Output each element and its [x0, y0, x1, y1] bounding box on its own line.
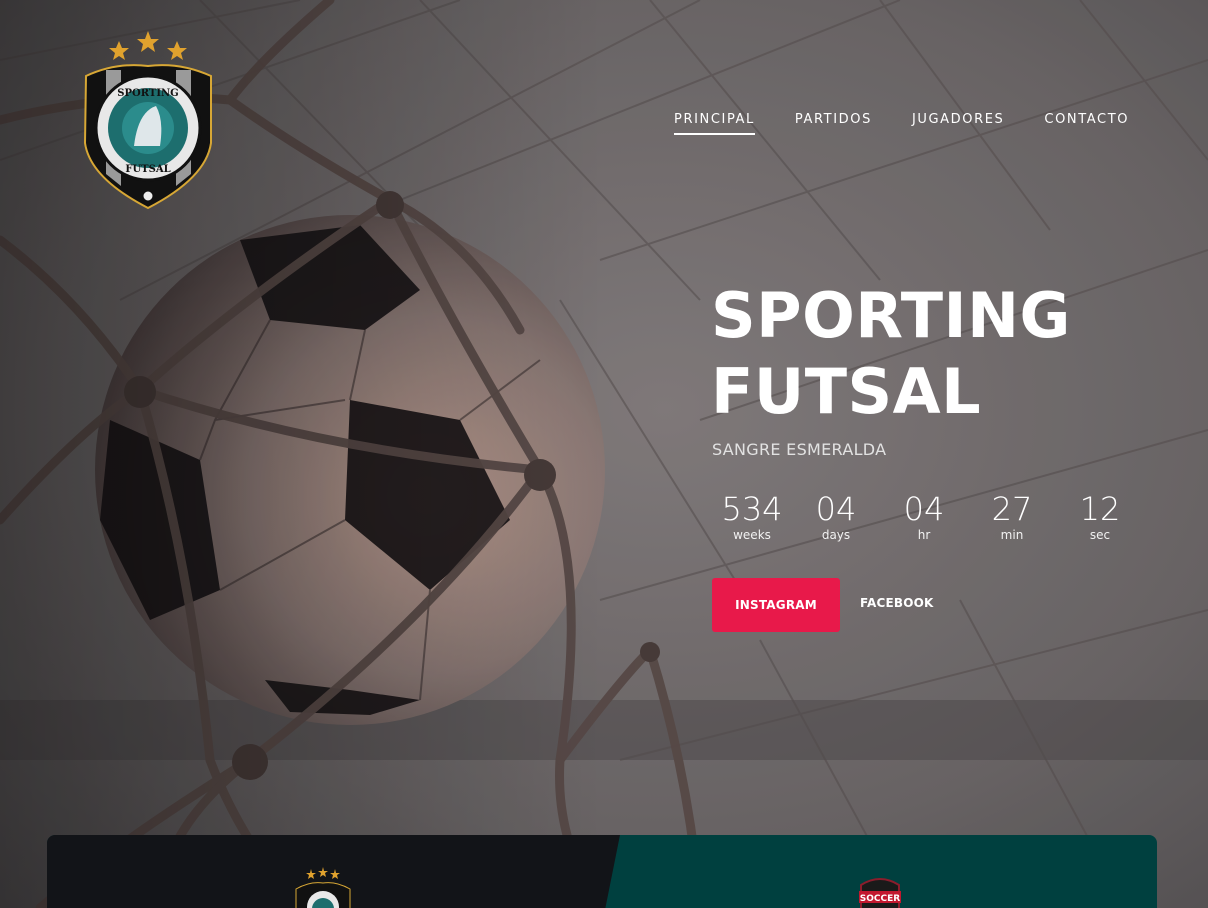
countdown-value: 534: [721, 490, 783, 528]
countdown-label: days: [821, 528, 851, 542]
svg-text:SPORTING: SPORTING: [117, 88, 178, 99]
club-logo[interactable]: SPORTING FUTSAL: [76, 28, 221, 213]
countdown-days: 04 days: [792, 490, 880, 542]
svg-text:FUTSAL: FUTSAL: [125, 164, 170, 175]
countdown-timer: 534 weeks 04 days 04 hr 27 min 12 sec: [712, 490, 1144, 542]
nav-item-jugadores[interactable]: JUGADORES: [912, 112, 1004, 135]
countdown-value: 12: [1079, 490, 1121, 528]
hero-title-line1: SPORTING: [711, 279, 1071, 352]
next-match-card: SOCCER: [47, 835, 1157, 908]
countdown-weeks: 534 weeks: [712, 490, 792, 542]
star-icon: [109, 31, 187, 60]
hero-title: SPORTING FUTSAL: [711, 278, 1071, 430]
away-team-logo: SOCCER: [859, 878, 901, 908]
countdown-label: min: [1000, 528, 1024, 542]
countdown-value: 27: [991, 490, 1033, 528]
page: SPORTING FUTSAL PRINCIPAL PARTIDOS JUGAD…: [0, 0, 1208, 908]
countdown-label: sec: [1089, 528, 1111, 542]
nav-item-contacto[interactable]: CONTACTO: [1044, 112, 1129, 135]
home-team-logo: [295, 867, 351, 908]
countdown-value: 04: [815, 490, 857, 528]
countdown-hours: 04 hr: [880, 490, 968, 542]
countdown-seconds: 12 sec: [1056, 490, 1144, 542]
countdown-label: weeks: [733, 528, 771, 542]
nav-item-principal[interactable]: PRINCIPAL: [674, 112, 755, 135]
match-card-background: [47, 835, 1157, 908]
nav-item-partidos[interactable]: PARTIDOS: [795, 112, 872, 135]
countdown-value: 04: [903, 490, 945, 528]
countdown-minutes: 27 min: [968, 490, 1056, 542]
main-nav: PRINCIPAL PARTIDOS JUGADORES CONTACTO: [674, 112, 1129, 135]
hero-subtitle: SANGRE ESMERALDA: [712, 440, 887, 459]
instagram-button[interactable]: INSTAGRAM: [712, 578, 840, 632]
hero-title-line2: FUTSAL: [711, 355, 982, 428]
svg-text:SOCCER: SOCCER: [860, 894, 900, 904]
countdown-label: hr: [917, 528, 931, 542]
facebook-link[interactable]: FACEBOOK: [860, 596, 934, 610]
